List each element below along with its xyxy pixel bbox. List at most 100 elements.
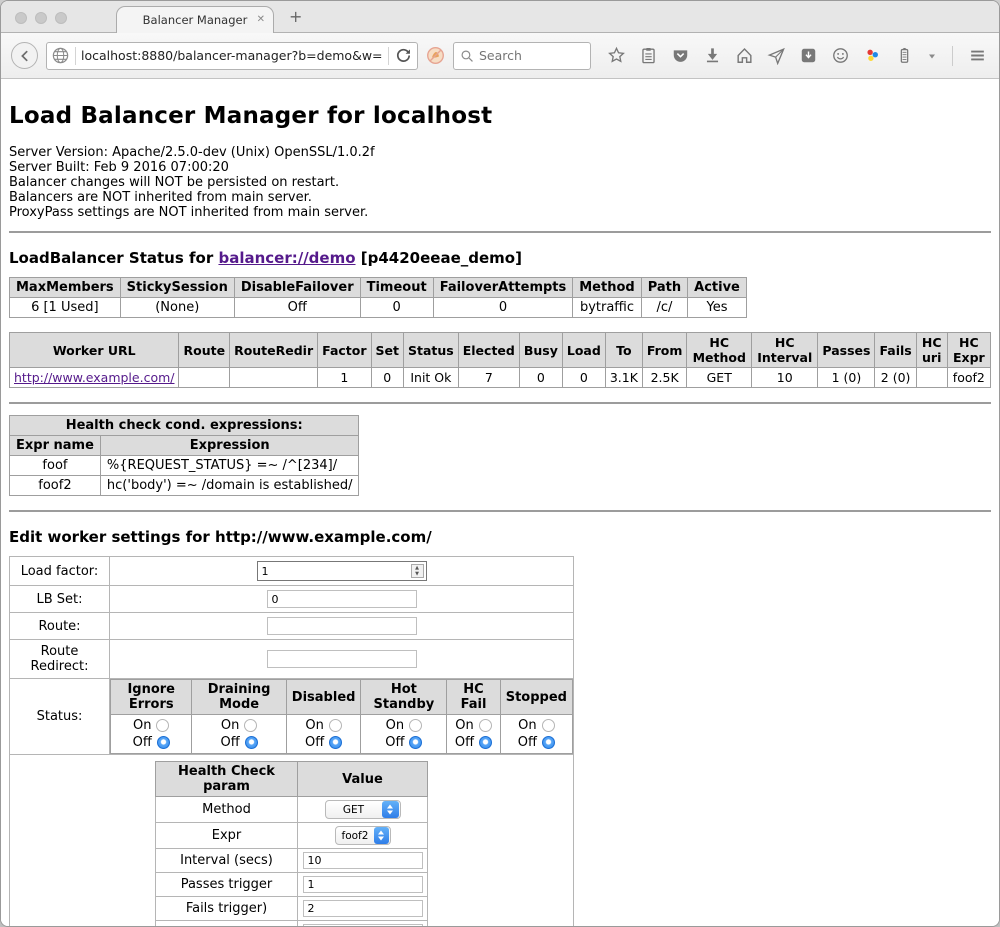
cell-to: 3.1K [605, 368, 642, 388]
hot-standby-on-radio[interactable] [409, 719, 422, 732]
col-disablefailover: DisableFailover [234, 278, 360, 298]
server-version-line: Server Version: Apache/2.5.0-dev (Unix) … [9, 145, 991, 160]
status-table: Ignore Errors Draining Mode Disabled Hot… [110, 679, 573, 754]
number-stepper-icon[interactable]: ▲▼ [411, 564, 424, 578]
pocket-icon[interactable] [671, 46, 690, 65]
download-icon[interactable] [703, 46, 722, 65]
cell-active: Yes [688, 298, 747, 318]
col-busy: Busy [519, 333, 562, 368]
col-hc-fail: HC Fail [447, 680, 500, 715]
chat-icon[interactable] [831, 46, 850, 65]
battery-icon[interactable] [895, 46, 914, 65]
hc-expr-selected-value: foof2 [336, 830, 375, 842]
new-tab-button[interactable]: + [289, 7, 302, 26]
radio-off-label: Off [385, 735, 404, 750]
cell-expression: %{REQUEST_STATUS} =~ /^[234]/ [100, 456, 359, 476]
minimize-window-button[interactable] [35, 12, 47, 24]
draining-mode-off-radio[interactable] [245, 736, 258, 749]
ignore-errors-off-radio[interactable] [157, 736, 170, 749]
col-hc-expr: HC Expr [947, 333, 990, 368]
col-expression: Expression [100, 436, 359, 456]
reload-icon[interactable] [394, 46, 413, 65]
balancer-status-table: MaxMembers StickySession DisableFailover… [9, 277, 747, 318]
hot-standby-off-radio[interactable] [409, 736, 422, 749]
route-row: Route: [10, 613, 574, 640]
menu-icon[interactable] [968, 46, 987, 65]
col-maxmembers: MaxMembers [10, 278, 121, 298]
hc-passes-input[interactable] [303, 876, 423, 893]
stopped-off-radio[interactable] [542, 736, 555, 749]
search-input[interactable] [479, 48, 569, 63]
hc-expr-select[interactable]: foof2 [335, 826, 391, 845]
cell-factor: 1 [318, 368, 371, 388]
load-factor-input[interactable] [257, 561, 427, 581]
col-ignore-errors: Ignore Errors [111, 680, 192, 715]
col-path: Path [641, 278, 687, 298]
route-redirect-input[interactable] [267, 650, 417, 668]
hc-fail-on-radio[interactable] [479, 719, 492, 732]
url-text[interactable]: localhost:8880/balancer-manager?b=demo&w… [81, 48, 383, 63]
lb-set-label: LB Set: [10, 586, 110, 613]
hc-fail-off-radio[interactable] [479, 736, 492, 749]
lb-set-row: LB Set: [10, 586, 574, 613]
col-worker-url: Worker URL [10, 333, 179, 368]
hc-method-selected-value: GET [326, 804, 382, 816]
worker-url-link[interactable]: http://www.example.com/ [14, 370, 174, 385]
col-passes: Passes [818, 333, 875, 368]
zoom-window-button[interactable] [55, 12, 67, 24]
search-icon [460, 49, 474, 63]
cell-hc-method: GET [687, 368, 752, 388]
inherit-note-line: Balancers are NOT inherited from main se… [9, 190, 991, 205]
cell-status: Init Ok [404, 368, 459, 388]
load-factor-label: Load factor: [10, 557, 110, 586]
col-timeout: Timeout [360, 278, 433, 298]
clipboard-icon[interactable] [639, 46, 658, 65]
url-bar[interactable]: localhost:8880/balancer-manager?b=demo&w… [46, 42, 418, 70]
back-button[interactable] [11, 42, 38, 69]
cell-load: 0 [562, 368, 605, 388]
col-failoverattempts: FailoverAttempts [433, 278, 573, 298]
tab-balancer-manager[interactable]: Balancer Manager ✕ [116, 6, 274, 33]
stopped-on-radio[interactable] [542, 719, 555, 732]
route-redirect-row: Route Redirect: [10, 640, 574, 679]
table-row: foof2 hc('body') =~ /domain is establish… [10, 476, 359, 496]
cell-expression: hc('body') =~ /domain is established/ [100, 476, 359, 496]
status-label: Status: [10, 679, 110, 755]
radio-off-label: Off [455, 735, 474, 750]
colored-dots-icon[interactable] [863, 46, 882, 65]
save-page-icon[interactable] [799, 46, 818, 65]
draining-mode-on-radio[interactable] [244, 719, 257, 732]
disabled-off-radio[interactable] [329, 736, 342, 749]
tab-close-icon[interactable]: ✕ [257, 14, 265, 25]
block-icon[interactable] [426, 46, 445, 65]
col-hc-param: Health Check param [156, 762, 298, 797]
lb-set-input[interactable] [267, 590, 417, 608]
col-hc-method: HC Method [687, 333, 752, 368]
window-controls[interactable] [15, 12, 67, 24]
search-bar[interactable] [453, 42, 591, 70]
radio-off-label: Off [518, 735, 537, 750]
urlbar-divider [388, 47, 389, 65]
hc-fails-label: Fails trigger) [156, 897, 298, 921]
radio-on-label: On [455, 718, 473, 733]
toolbar-icons [607, 46, 1000, 66]
close-window-button[interactable] [15, 12, 27, 24]
expressions-table: Health check cond. expressions: Expr nam… [9, 415, 359, 496]
server-info: Server Version: Apache/2.5.0-dev (Unix) … [9, 145, 991, 220]
home-icon[interactable] [735, 46, 754, 65]
hc-interval-input[interactable] [303, 852, 423, 869]
hc-fails-input[interactable] [303, 900, 423, 917]
send-icon[interactable] [767, 46, 786, 65]
route-input[interactable] [267, 617, 417, 635]
hc-method-select[interactable]: GET [325, 800, 401, 819]
table-row: 6 [1 Used] (None) Off 0 0 bytraffic /c/ … [10, 298, 747, 318]
disabled-on-radio[interactable] [329, 719, 342, 732]
ignore-errors-on-radio[interactable] [156, 719, 169, 732]
balancer-link[interactable]: balancer://demo [218, 249, 355, 267]
hc-uri-input[interactable] [303, 924, 423, 926]
col-status: Status [404, 333, 459, 368]
cell-route [179, 368, 230, 388]
caret-down-icon[interactable] [927, 51, 937, 61]
col-hc-value: Value [298, 762, 428, 797]
bookmark-star-icon[interactable] [607, 46, 626, 65]
